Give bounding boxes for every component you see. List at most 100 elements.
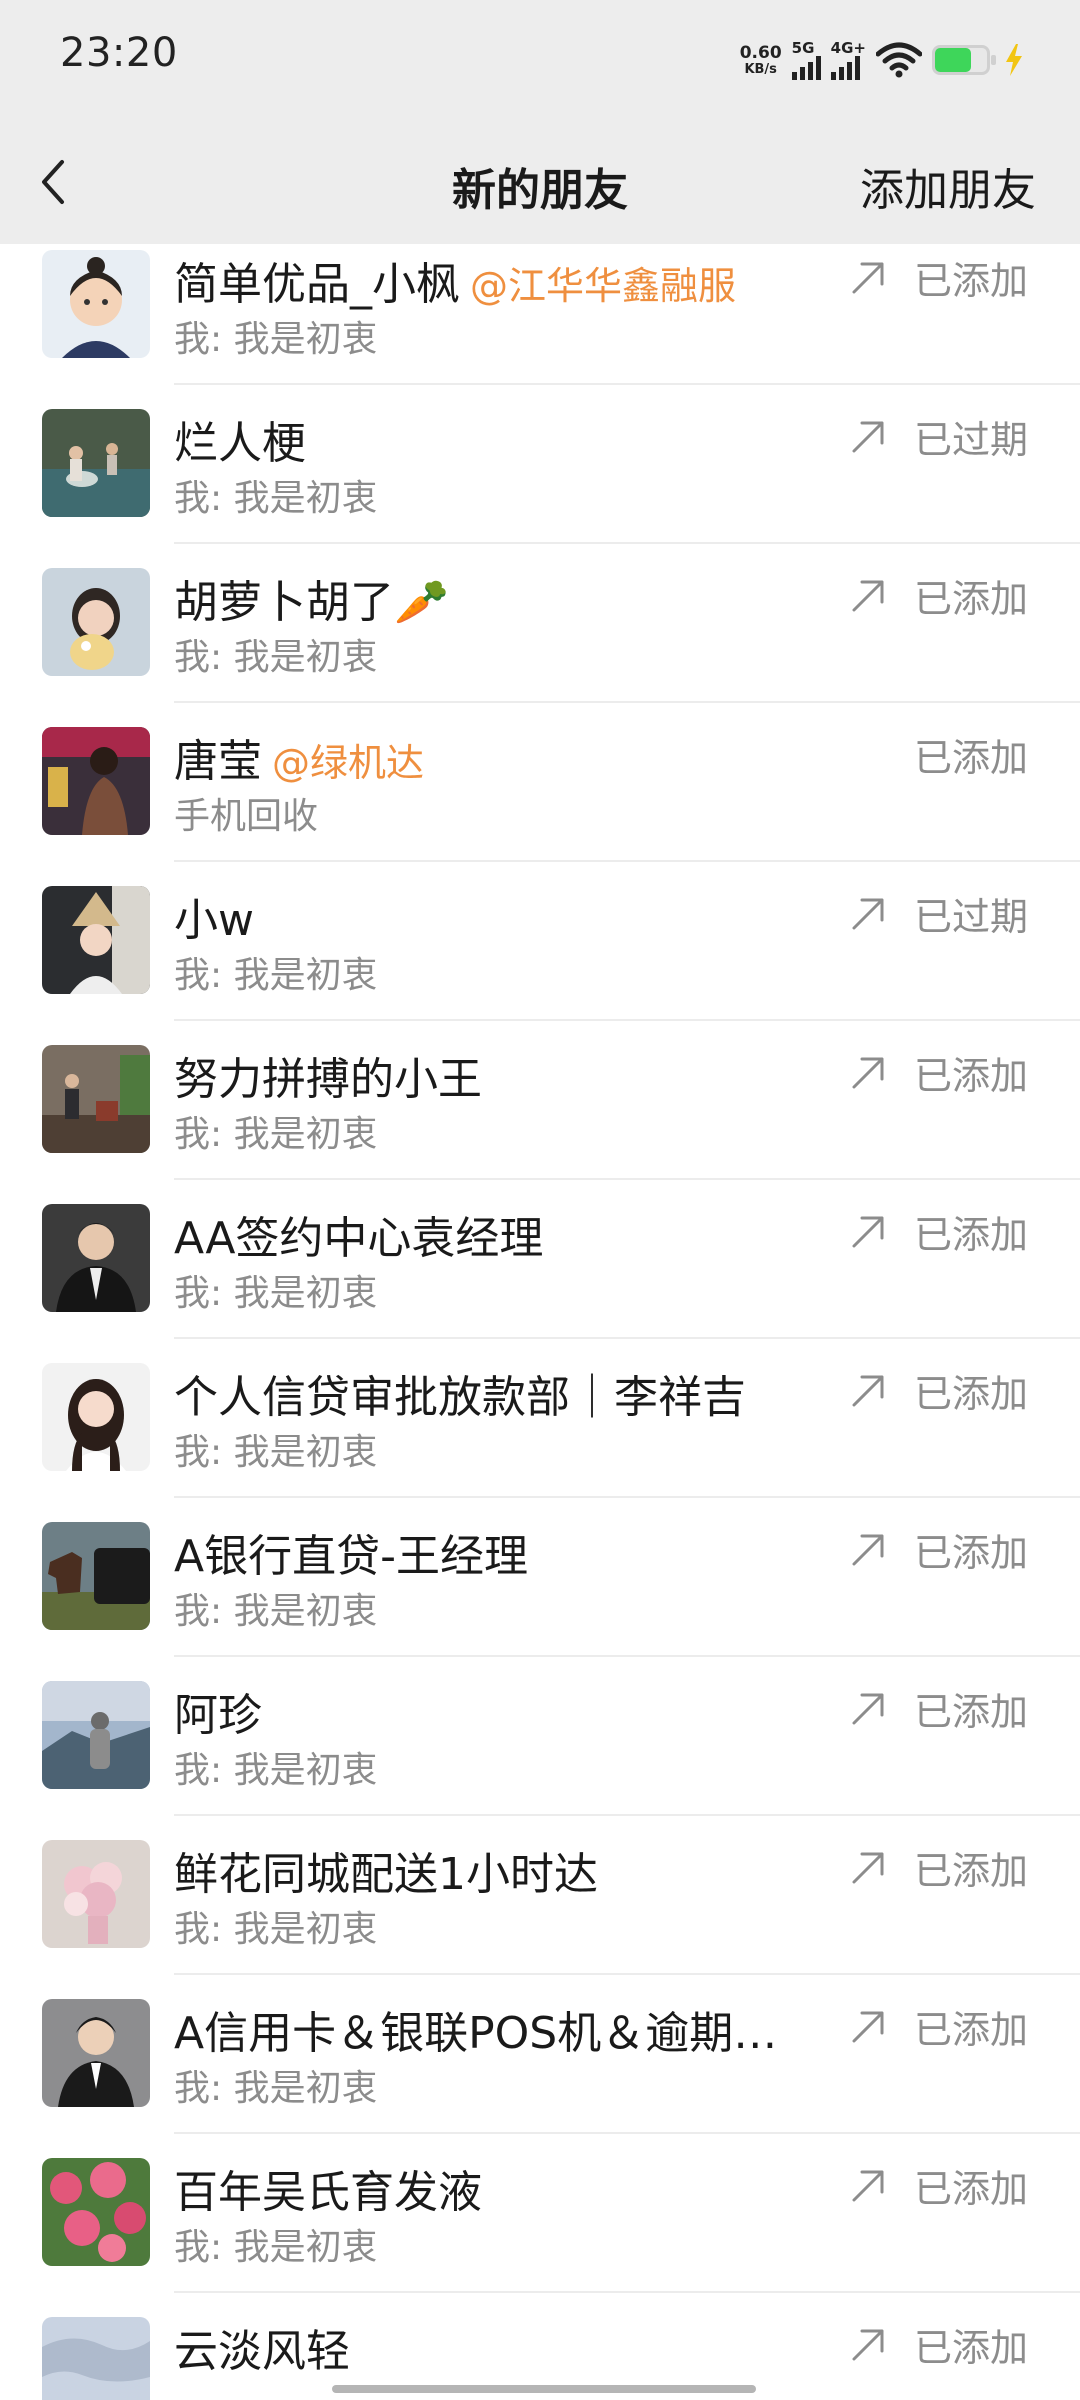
friend-row[interactable]: AA签约中心袁经理 我: 我是初衷 已添加	[0, 1202, 1080, 1364]
forward-arrow-icon[interactable]	[848, 417, 888, 457]
friend-name: 唐莹 @绿机达	[174, 725, 814, 789]
forward-arrow-icon[interactable]	[848, 258, 888, 298]
avatar[interactable]	[42, 727, 150, 835]
friend-status: 已添加	[914, 1690, 1029, 1734]
avatar[interactable]	[42, 2317, 150, 2400]
friend-name: 鲜花同城配送1小时达	[174, 1838, 814, 1902]
friend-name: A银行直贷-王经理	[174, 1520, 814, 1584]
friend-message: 我: 我是初衷	[174, 2068, 378, 2109]
forward-arrow-icon[interactable]	[848, 1053, 888, 1093]
friend-message: 我: 我是初衷	[174, 478, 378, 519]
row-divider	[174, 1496, 1080, 1498]
friend-name: AA签约中心袁经理	[174, 1202, 814, 1266]
forward-arrow-icon[interactable]	[848, 1371, 888, 1411]
forward-arrow-icon[interactable]	[848, 2325, 888, 2365]
row-divider	[174, 2132, 1080, 2134]
friend-status: 已过期	[914, 895, 1029, 939]
friend-status: 已添加	[914, 2167, 1029, 2211]
forward-arrow-icon[interactable]	[848, 2007, 888, 2047]
row-divider	[174, 1655, 1080, 1657]
avatar[interactable]	[42, 1840, 150, 1948]
network-speed-value: 0.60	[739, 42, 782, 63]
friend-name: 烂人梗	[174, 407, 814, 471]
friend-status: 已添加	[914, 577, 1029, 621]
row-divider	[174, 1019, 1080, 1021]
row-divider	[174, 860, 1080, 862]
row-divider	[174, 1178, 1080, 1180]
friend-status: 已添加	[914, 736, 1029, 780]
network-speed: 0.60 KB/s	[739, 42, 782, 77]
status-icons: 0.60 KB/s 5G 4G+	[740, 36, 1028, 84]
friend-name-text: 唐莹	[174, 736, 262, 787]
friend-row[interactable]: A银行直贷-王经理我: 我是初衷 已添加	[0, 1520, 1080, 1682]
avatar[interactable]	[42, 1045, 150, 1153]
friend-message: 我: 我是初衷	[174, 1909, 378, 1950]
add-friend-button[interactable]: 添加朋友	[860, 154, 1036, 218]
friend-name-text: 小w	[174, 895, 254, 946]
friend-row[interactable]: 烂人梗我: 我是初衷 已过期	[0, 407, 1080, 569]
friend-name: A信用卡＆银联POS机＆逾期…	[174, 1997, 814, 2061]
friend-name-text: AA签约中心袁经理	[174, 1213, 544, 1264]
friend-message: 我: 我是初衷	[174, 637, 378, 678]
friend-name: 云淡风轻	[174, 2315, 814, 2379]
avatar[interactable]	[42, 409, 150, 517]
avatar[interactable]	[42, 1999, 150, 2107]
friend-name: 简单优品_小枫 @江华华鑫融服	[174, 248, 814, 312]
forward-arrow-icon[interactable]	[848, 894, 888, 934]
friend-status: 已添加	[914, 2326, 1029, 2370]
friend-row[interactable]: 唐莹 @绿机达手机回收 已添加	[0, 725, 1080, 887]
friend-row[interactable]: 个人信贷审批放款部｜李祥吉我: 我是初衷 已添加	[0, 1361, 1080, 1523]
friend-status: 已添加	[914, 1054, 1029, 1098]
signal-5g: 5G	[791, 38, 821, 80]
friend-status: 已添加	[914, 1531, 1029, 1575]
forward-arrow-icon[interactable]	[848, 2166, 888, 2206]
forward-arrow-icon[interactable]	[848, 1530, 888, 1570]
avatar[interactable]	[42, 1522, 150, 1630]
avatar[interactable]	[42, 568, 150, 676]
friend-status: 已过期	[914, 418, 1029, 462]
forward-arrow-icon[interactable]	[848, 576, 888, 616]
friend-name-text: 百年吴氏育发液	[174, 2167, 482, 2218]
battery-icon	[932, 45, 996, 75]
friend-row[interactable]: 鲜花同城配送1小时达 我: 我是初衷 已添加	[0, 1838, 1080, 2000]
company-tag: @江华华鑫融服	[470, 264, 737, 308]
friend-row[interactable]: A信用卡＆银联POS机＆逾期… 我: 我是初衷 已添加	[0, 1997, 1080, 2159]
friend-name: 个人信贷审批放款部｜李祥吉	[174, 1361, 814, 1425]
friend-row[interactable]: 阿珍 我: 我是初衷 已添加	[0, 1679, 1080, 1841]
avatar[interactable]	[42, 1204, 150, 1312]
friend-name: 阿珍	[174, 1679, 814, 1743]
forward-arrow-icon[interactable]	[848, 1848, 888, 1888]
friend-row[interactable]: 胡萝卜胡了🥕 我: 我是初衷 已添加	[0, 566, 1080, 728]
avatar[interactable]	[42, 2158, 150, 2266]
forward-arrow-icon[interactable]	[848, 1689, 888, 1729]
friend-message: 手机回收	[174, 796, 319, 837]
friend-row[interactable]: 百年吴氏育发液 我: 我是初衷 已添加	[0, 2156, 1080, 2318]
row-divider	[174, 383, 1080, 385]
avatar[interactable]	[42, 250, 150, 358]
friend-row[interactable]: 努力拼搏的小王 我: 我是初衷 已添加	[0, 1043, 1080, 1205]
friend-name: 百年吴氏育发液	[174, 2156, 814, 2220]
row-divider	[174, 1973, 1080, 1975]
row-divider	[174, 2291, 1080, 2293]
row-divider	[174, 542, 1080, 544]
friend-row[interactable]: 简单优品_小枫 @江华华鑫融服 我: 我是初衷 已添加	[0, 248, 1080, 410]
forward-arrow-icon[interactable]	[848, 1212, 888, 1252]
friend-message: 我: 我是初衷	[174, 1591, 378, 1632]
friend-status: 已添加	[914, 1372, 1029, 1416]
friend-status: 已添加	[914, 2008, 1029, 2052]
friend-row[interactable]: 小w 我: 我是初衷 已过期	[0, 884, 1080, 1046]
row-divider	[174, 1814, 1080, 1816]
friend-name-text: 简单优品_小枫	[174, 259, 460, 310]
avatar[interactable]	[42, 1363, 150, 1471]
signal-5g-label: 5G	[791, 38, 815, 57]
friend-name-text: A信用卡＆银联POS机＆逾期…	[174, 2008, 778, 2059]
network-speed-unit: KB/s	[744, 61, 777, 77]
home-indicator[interactable]	[332, 2385, 756, 2393]
avatar[interactable]	[42, 886, 150, 994]
friend-name-text: 烂人梗	[174, 418, 306, 469]
charging-icon	[1006, 44, 1022, 76]
avatar[interactable]	[42, 1681, 150, 1789]
title-bar: 新的朋友 添加朋友	[0, 118, 1080, 244]
friend-name-text: 个人信贷审批放款部｜李祥吉	[174, 1372, 746, 1423]
friend-message: 我: 我是初衷	[174, 1432, 378, 1473]
